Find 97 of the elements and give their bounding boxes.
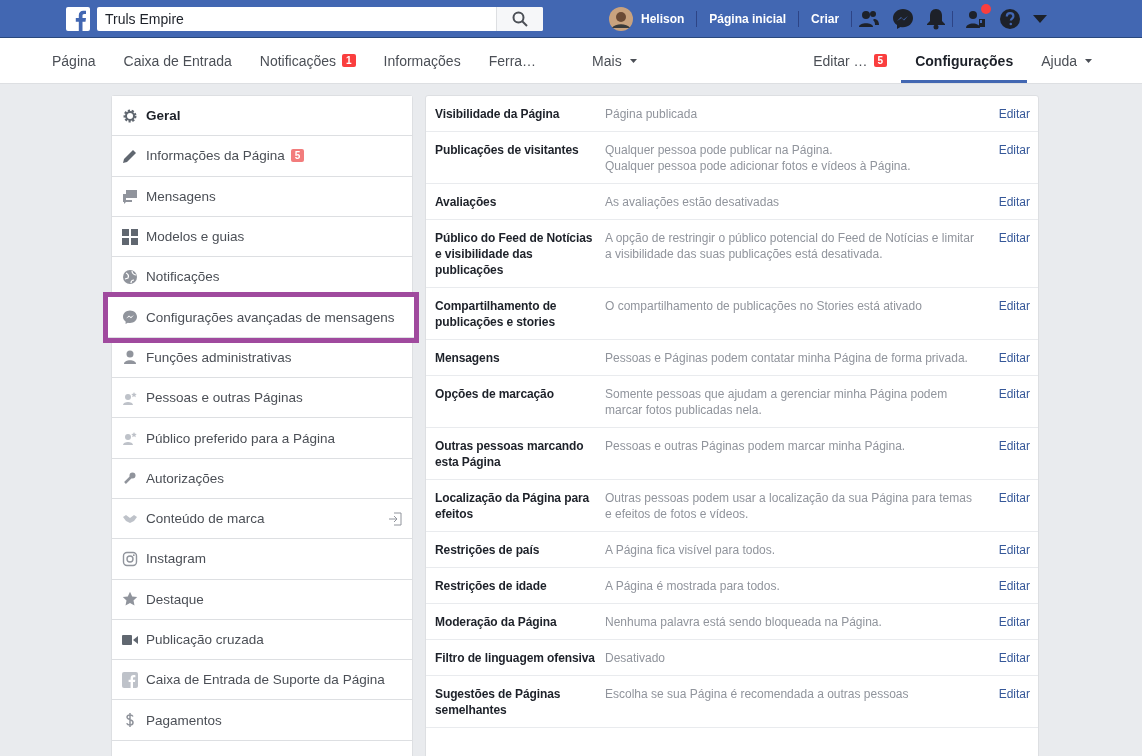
count-badge: 5 — [290, 149, 305, 163]
sidebar-item[interactable]: Geral — [112, 96, 412, 137]
sidebar-label: Destaque — [146, 591, 204, 607]
nav-tab[interactable]: Ajuda — [1027, 38, 1106, 83]
edit-link[interactable]: Editar — [998, 106, 1030, 122]
fbsquare-icon — [122, 671, 138, 688]
nav-tab[interactable]: Ferra… — [474, 38, 551, 83]
nav-tab[interactable]: Editar … 5 — [799, 38, 902, 83]
nav-tab[interactable]: Página — [38, 38, 110, 83]
edit-link[interactable]: Editar — [998, 614, 1030, 630]
profile-link[interactable]: Helison — [609, 6, 697, 31]
edit-link[interactable]: Editar — [998, 350, 1030, 366]
setting-value: Somente pessoas que ajudam a gerenciar minha Página podem marcar fotos publicadas nela. — [605, 386, 949, 418]
sidebar-label: Pessoas e outras Páginas — [146, 390, 303, 406]
search-field[interactable]: Truls Empire — [97, 6, 543, 31]
people-icon — [122, 430, 138, 446]
sidebar-label: Geral — [146, 108, 181, 124]
edit-link[interactable]: Editar — [998, 650, 1030, 666]
logo-icon[interactable] — [66, 6, 90, 31]
sidebar-label: Funções administrativas — [146, 349, 292, 365]
sidebar-label: Mensagens — [146, 188, 216, 204]
star-icon — [122, 591, 138, 608]
person-icon — [122, 349, 138, 366]
edit-link[interactable]: Editar — [998, 298, 1030, 330]
sidebar-label: Conteúdo de marca — [146, 511, 265, 527]
sidebar-label: Modelos e guias — [146, 229, 245, 245]
setting-name: Visibilidade da Página — [435, 106, 561, 122]
avatar-icon — [609, 6, 633, 31]
edit-link[interactable]: Editar — [998, 490, 1030, 522]
setting-value: Escolha se sua Página é recomendada a outras pessoas — [605, 686, 910, 702]
pages-icon[interactable] — [965, 7, 988, 30]
nav-tab[interactable]: Informações — [369, 38, 475, 83]
setting-value: Pessoas e Páginas podem contatar minha Página de forma privada. — [605, 350, 969, 366]
setting-name: Moderação da Página — [435, 614, 558, 630]
count-badge: 5 — [873, 54, 888, 67]
sidebar-label: Autorizações — [146, 470, 225, 486]
setting-value: Pessoas e outras Páginas podem marcar minha Página. — [605, 438, 907, 454]
setting-value: A Página é mostrada para todos. — [605, 578, 781, 594]
edit-link[interactable]: Editar — [998, 686, 1030, 718]
setting-name: Opções de marcação — [435, 386, 555, 403]
setting-name: Filtro de linguagem ofensiva — [435, 650, 596, 666]
edit-link[interactable]: Editar — [998, 578, 1030, 594]
chat-icon — [122, 188, 138, 205]
grid-icon — [122, 228, 138, 245]
setting-name: Outras pessoas marcando esta Página — [435, 438, 585, 470]
friends-icon[interactable] — [858, 8, 881, 29]
setting-value: Qualquer pessoa pode adicionar fotos e vídeos à Página. — [605, 158, 912, 174]
setting-name: Restrições de país — [435, 542, 541, 558]
setting-value: Outras pessoas podem usar a localização da sua Página para temas e efeitos de fotos e vídeos. — [605, 490, 973, 522]
sidebar-label: Notificações — [146, 269, 220, 285]
setting-name: Mensagens — [435, 350, 501, 366]
setting-value: O compartilhamento de publicações no Stories está ativado — [605, 298, 923, 314]
setting-name: Localização da Página para efeitos — [435, 490, 591, 522]
sidebar-label: Pagamentos — [146, 712, 222, 728]
sidebar-label: Caixa de Entrada de Suporte da Página — [146, 672, 385, 688]
setting-name: Sugestões de Páginas semelhantes — [435, 686, 562, 718]
pencil-icon — [122, 147, 138, 164]
count-badge: 1 — [342, 54, 356, 67]
help-icon[interactable] — [999, 7, 1022, 30]
edit-link[interactable]: Editar — [998, 230, 1030, 278]
setting-value: As avaliações estão desativadas — [605, 194, 781, 210]
setting-value: Qualquer pessoa pode publicar na Página. — [605, 142, 834, 158]
setting-name: Publicações de visitantes — [435, 142, 580, 159]
edit-link[interactable]: Editar — [998, 542, 1030, 558]
nav-tab[interactable]: Caixa de Entrada — [109, 38, 246, 83]
nav-tab[interactable]: Notificações 1 — [245, 38, 370, 83]
setting-value: Desativado — [605, 650, 667, 666]
gear-icon — [122, 107, 138, 124]
setting-name: Avaliações — [435, 194, 498, 210]
setting-value: Página publicada — [605, 106, 699, 122]
setting-value: A Página fica visível para todos. — [605, 542, 777, 558]
caret-icon[interactable] — [1033, 14, 1048, 23]
sidebar-label: Público preferido para a Página — [146, 430, 336, 446]
nav-tab[interactable]: Configurações — [901, 38, 1028, 83]
setting-name: Público do Feed de Notícias e visibilidade das publicações — [435, 230, 594, 278]
search-icon — [512, 10, 528, 27]
setting-value: A opção de restringir o público potencial do Feed de Notícias e limitar a visibilidade das suas publicações está desativada. — [605, 230, 975, 262]
edit-link[interactable]: Editar — [998, 438, 1030, 470]
search-button[interactable] — [496, 6, 543, 31]
nav-tab[interactable]: Mais — [578, 38, 651, 83]
setting-name: Restrições de idade — [435, 578, 548, 594]
edit-link[interactable]: Editar — [998, 142, 1030, 174]
messenger-icon[interactable] — [892, 7, 915, 30]
sidebar-label: Configurações avançadas de mensagens — [146, 309, 395, 325]
edit-link[interactable]: Editar — [998, 194, 1030, 210]
globe-icon — [122, 268, 138, 285]
instagram-icon — [122, 550, 138, 567]
bell-icon[interactable] — [926, 7, 947, 30]
sidebar-label: Informações da Página — [146, 148, 285, 164]
sidebar-label: Instagram — [146, 551, 207, 567]
messenger-icon — [122, 309, 138, 326]
nav-link[interactable]: Página inicial — [697, 11, 799, 26]
nav-link[interactable]: Criar — [799, 11, 852, 26]
setting-name: Compartilhamento de publicações e stories — [435, 298, 558, 330]
setting-value: Nenhuma palavra está sendo bloqueada na Página. — [605, 614, 883, 630]
edit-link[interactable]: Editar — [998, 386, 1030, 418]
sidebar-label: Publicação cruzada — [146, 632, 264, 647]
